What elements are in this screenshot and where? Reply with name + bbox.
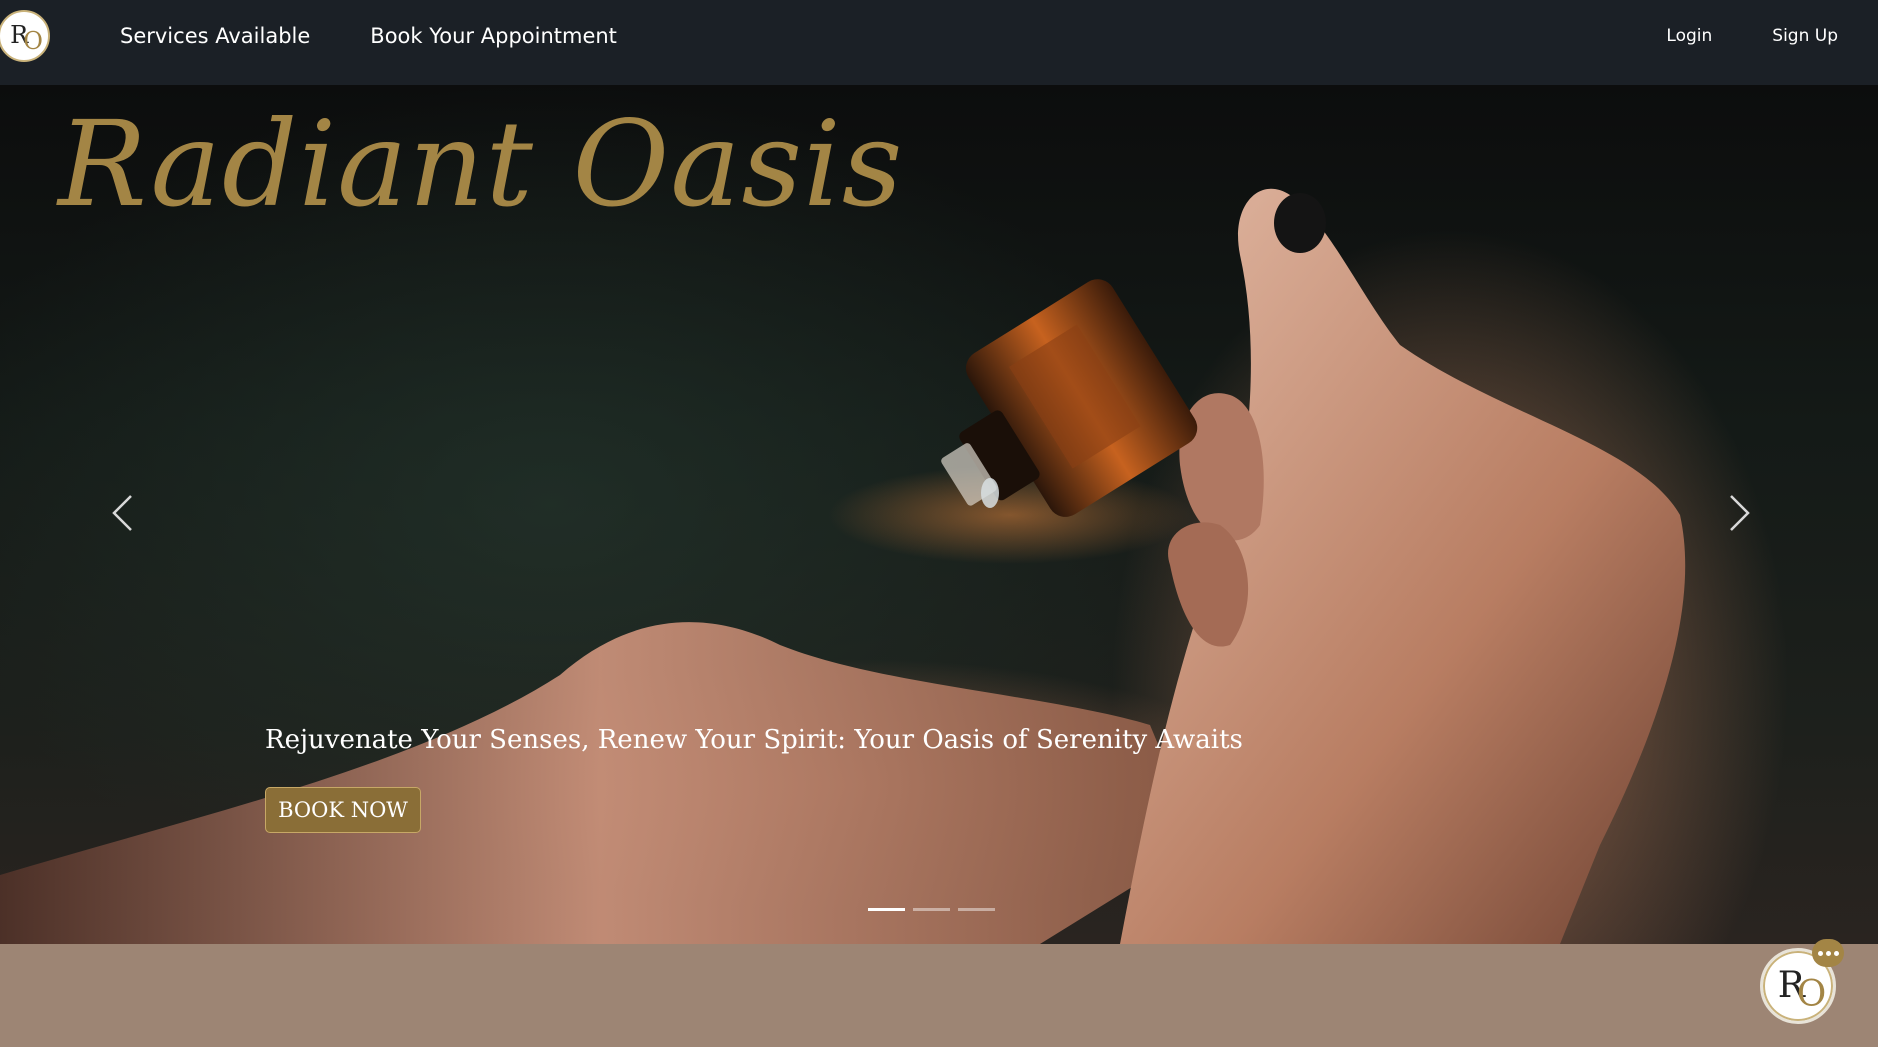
chat-typing-icon[interactable] [1812,939,1844,967]
chevron-left-icon [112,495,132,531]
brand-title: Radiant Oasis [58,95,904,233]
carousel-indicator-1[interactable] [868,908,905,911]
primary-nav: Services Available Book Your Appointment [120,0,617,72]
carousel-indicator-2[interactable] [913,908,950,911]
auth-nav: Login Sign Up [1666,0,1838,72]
nav-book-appointment[interactable]: Book Your Appointment [370,24,617,48]
carousel-indicator-3[interactable] [958,908,995,911]
section-band [0,944,1878,1047]
brand-logo[interactable]: RO [0,10,50,62]
login-link[interactable]: Login [1666,26,1712,46]
chevron-right-icon [1730,495,1750,531]
carousel-prev-button[interactable] [102,483,142,543]
book-now-button[interactable]: BOOK NOW [265,787,421,833]
logo-monogram: RO [10,21,43,55]
chat-logo-monogram: RO [1777,964,1826,1015]
signup-link[interactable]: Sign Up [1772,26,1838,46]
nav-services-available[interactable]: Services Available [120,24,310,48]
carousel-next-button[interactable] [1720,483,1760,543]
hero-tagline: Rejuvenate Your Senses, Renew Your Spiri… [265,725,1243,755]
top-navbar: RO Services Available Book Your Appointm… [0,0,1878,85]
carousel-indicators [868,908,995,911]
hero-carousel: Radiant Oasis Rejuvenate Your Senses, Re… [0,85,1878,944]
